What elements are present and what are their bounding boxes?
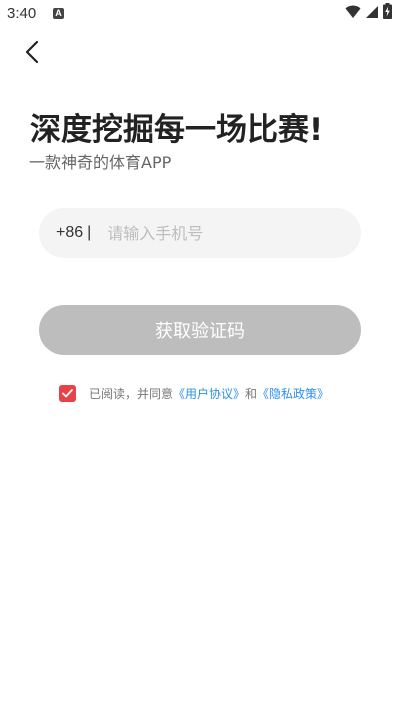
back-button[interactable] bbox=[18, 36, 46, 68]
phone-field[interactable]: +86 | bbox=[39, 208, 361, 258]
user-agreement-link[interactable]: 《用户协议》 bbox=[173, 385, 245, 402]
country-code[interactable]: +86 bbox=[56, 224, 83, 242]
battery-charging-icon bbox=[383, 3, 392, 23]
status-icons bbox=[345, 3, 392, 23]
privacy-policy-link[interactable]: 《隐私政策》 bbox=[257, 385, 329, 402]
cellular-signal-icon bbox=[365, 4, 379, 23]
chevron-left-icon bbox=[25, 40, 39, 64]
agreement-prefix: 已阅读，并同意 bbox=[89, 386, 174, 401]
login-screen: 3:40 A 深度挖掘每一场比赛! 一款神奇的体育APP +86 | 请输入手机… bbox=[0, 0, 400, 711]
check-icon bbox=[62, 388, 73, 397]
agreement-and: 和 bbox=[245, 386, 258, 401]
agreement-checkbox[interactable] bbox=[59, 384, 76, 402]
get-verification-code-button[interactable]: 获取验证码 bbox=[39, 305, 361, 355]
agreement-row: 已阅读，并同意 《用户协议》 和 《隐私政策》 bbox=[59, 384, 329, 402]
status-bar: 3:40 A bbox=[0, 0, 400, 28]
notification-icon: A bbox=[53, 8, 64, 19]
page-title: 深度挖掘每一场比赛! bbox=[30, 112, 324, 148]
country-code-separator: | bbox=[87, 224, 92, 241]
page-subtitle: 一款神奇的体育APP bbox=[29, 153, 172, 172]
status-time: 3:40 bbox=[7, 5, 37, 22]
phone-input[interactable] bbox=[107, 213, 361, 253]
wifi-icon bbox=[345, 4, 361, 23]
